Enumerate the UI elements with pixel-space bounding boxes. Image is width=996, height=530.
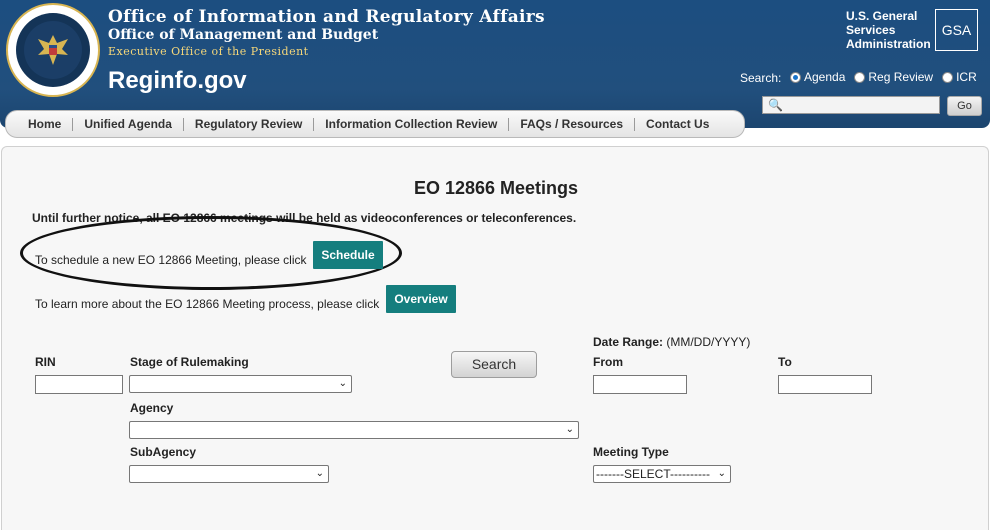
overview-text: To learn more about the EO 12866 Meeting… [35,297,380,311]
search-input[interactable]: 🔍 [762,96,940,114]
meeting-type-select[interactable]: -------SELECT---------- ⌄ [593,465,731,483]
main-nav: Home Unified Agenda Regulatory Review In… [5,110,745,138]
presidential-seal-icon[interactable] [6,3,100,97]
meeting-type-label: Meeting Type [593,445,669,459]
gsa-line-1: U.S. General [846,9,918,23]
overview-button[interactable]: Overview [386,285,456,313]
date-range-hint: (MM/DD/YYYY) [666,335,751,349]
gsa-line-2: Services [846,23,896,37]
search-label: Search: [740,71,782,85]
seal-ring [16,13,90,87]
subagency-label: SubAgency [130,445,197,459]
search-type-radios: Agenda Reg Review ICR [790,70,986,84]
meeting-type-value: -------SELECT---------- [596,467,710,481]
nav-item-faqs-resources[interactable]: FAQs / Resources [508,117,634,131]
to-date-input[interactable] [778,375,872,394]
nav-item-information-collection-review[interactable]: Information Collection Review [313,117,508,131]
radio-label-reg-review: Reg Review [868,70,934,84]
page-title: EO 12866 Meetings [413,178,579,198]
office-line-3: Executive Office of the President [108,45,309,58]
gsa-name: U.S. General Services Administration [846,9,931,51]
go-button[interactable]: Go [947,96,982,116]
radio-label-icr: ICR [956,70,977,84]
site-name[interactable]: Reginfo.gov [108,67,247,95]
chevron-down-icon: ⌄ [717,468,726,479]
agency-select[interactable]: ⌄ [129,421,579,439]
chevron-down-icon: ⌄ [338,378,347,389]
chevron-down-icon: ⌄ [315,468,324,479]
office-line-2: Office of Management and Budget [108,27,379,43]
rin-input[interactable] [35,375,123,394]
nav-item-contact-us[interactable]: Contact Us [634,117,720,131]
radio-label-agenda: Agenda [804,70,846,84]
agency-label: Agency [130,401,174,415]
office-line-1: Office of Information and Regulatory Aff… [108,7,545,27]
schedule-button[interactable]: Schedule [313,241,383,269]
gsa-line-3: Administration [846,37,931,51]
eagle-icon [38,35,68,65]
office-title: Office of Information and Regulatory Aff… [108,7,545,58]
stage-label: Stage of Rulemaking [130,355,249,369]
nav-item-home[interactable]: Home [18,117,72,131]
radio-icr[interactable]: ICR [942,70,977,84]
from-label: From [593,355,623,369]
gsa-logo[interactable]: GSA [935,9,978,51]
radio-button-reg-review[interactable] [854,71,866,83]
date-range-label-text: Date Range: [593,335,664,349]
from-date-input[interactable] [593,375,687,394]
chevron-down-icon: ⌄ [565,424,574,435]
nav-item-unified-agenda[interactable]: Unified Agenda [72,117,183,131]
site-header: Office of Information and Regulatory Aff… [0,0,990,128]
radio-agenda[interactable]: Agenda [790,70,845,84]
radio-button-icr[interactable] [942,71,954,83]
to-label: To [778,355,792,369]
radio-button-agenda[interactable] [790,71,801,83]
date-range-label: Date Range: (MM/DD/YYYY) [593,335,750,349]
rin-label: RIN [35,355,56,369]
subagency-select[interactable]: ⌄ [129,465,329,483]
search-button[interactable]: Search [451,351,537,378]
schedule-text: To schedule a new EO 12866 Meeting, plea… [35,253,307,267]
nav-item-regulatory-review[interactable]: Regulatory Review [182,117,313,131]
stage-select[interactable]: ⌄ [129,375,352,393]
radio-reg-review[interactable]: Reg Review [854,70,933,84]
main-content: EO 12866 Meetings Until further notice, … [1,146,989,530]
seal-eagle [24,21,82,79]
search-icon: 🔍 [768,98,783,112]
